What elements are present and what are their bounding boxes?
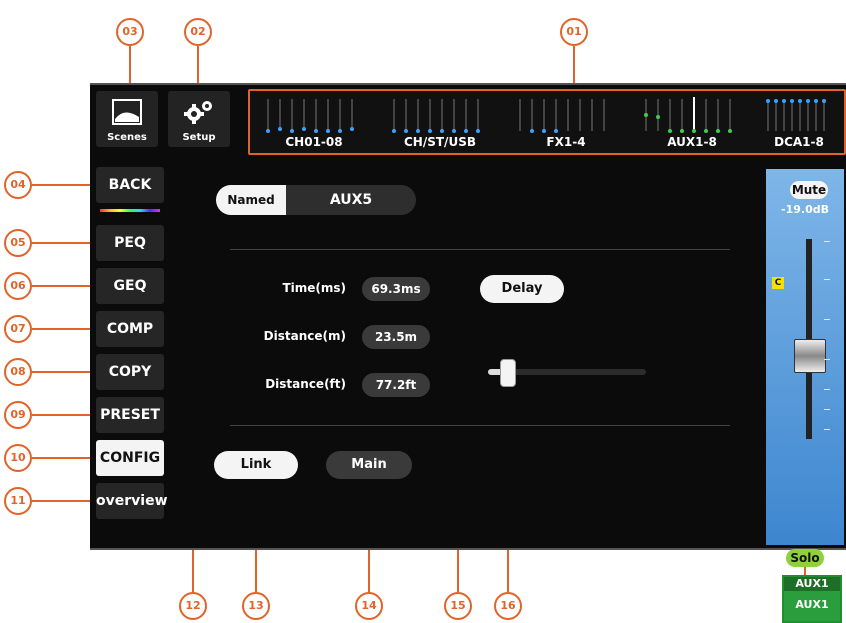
- c-badge: C: [772, 277, 784, 289]
- main-button[interactable]: Main: [326, 451, 412, 479]
- callout-05: 05: [4, 229, 32, 257]
- callout-07-line: [32, 328, 94, 330]
- meter-overview-bar: CH01-08 CH/ST/USB FX1-4 AUX1-8 DCA1-8: [248, 89, 846, 155]
- fader-tick: [824, 409, 830, 410]
- fader-tick: [824, 429, 830, 430]
- meter-group-aux1-8[interactable]: AUX1-8: [632, 93, 752, 151]
- meter-group-fx1-4[interactable]: FX1-4: [506, 93, 626, 151]
- callout-14: 14: [355, 592, 383, 620]
- fader-tick: [824, 389, 830, 390]
- distance-m-label: Distance(m): [263, 329, 346, 343]
- meter-bars: [766, 99, 826, 131]
- gear-icon: [184, 101, 212, 124]
- mute-button[interactable]: Mute: [790, 181, 828, 199]
- peq-button[interactable]: PEQ: [96, 225, 164, 261]
- level-readout: -19.0dB: [781, 203, 829, 216]
- link-button[interactable]: Link: [214, 451, 298, 479]
- channel-name-value: AUX5: [329, 192, 373, 208]
- back-button[interactable]: BACK: [96, 167, 164, 203]
- distance-ft-value[interactable]: 77.2ft: [362, 373, 430, 397]
- callout-03-line: [129, 46, 131, 84]
- aux-bottom-label: AUX1: [795, 598, 829, 611]
- time-value[interactable]: 69.3ms: [362, 277, 430, 301]
- callout-07: 07: [4, 315, 32, 343]
- callout-08-line: [32, 371, 94, 373]
- callout-03: 03: [116, 18, 144, 46]
- callout-10-line: [32, 457, 94, 459]
- callout-06-line: [32, 285, 94, 287]
- callout-01: 01: [560, 18, 588, 46]
- callout-11-line: [32, 500, 94, 502]
- callout-05-line: [32, 242, 94, 244]
- callout-12: 12: [179, 592, 207, 620]
- callout-02: 02: [184, 18, 212, 46]
- callout-11: 11: [4, 487, 32, 515]
- fader-tick: [824, 241, 830, 242]
- distance-ft-label: Distance(ft): [265, 377, 346, 391]
- meter-group-label: CH/ST/USB: [404, 135, 476, 149]
- meter-bars: [392, 99, 480, 133]
- geq-button[interactable]: GEQ: [96, 268, 164, 304]
- callout-06: 06: [4, 272, 32, 300]
- meter-group-label: CH01-08: [285, 135, 343, 149]
- callout-02-line: [197, 46, 199, 84]
- aux-top-label: AUX1: [784, 577, 840, 591]
- callout-16: 16: [494, 592, 522, 620]
- scenes-label: Scenes: [107, 132, 147, 143]
- top-divider: [230, 249, 730, 250]
- channel-name-field[interactable]: Named AUX5: [216, 185, 416, 215]
- scenes-button[interactable]: Scenes: [96, 91, 158, 147]
- meter-group-dca1-8[interactable]: DCA1-8: [758, 93, 840, 151]
- callout-01-line: [573, 46, 575, 86]
- config-button[interactable]: CONFIG: [96, 440, 164, 476]
- callout-09: 09: [4, 401, 32, 429]
- comp-button[interactable]: COMP: [96, 311, 164, 347]
- meter-bars: [266, 99, 354, 133]
- solo-button[interactable]: Solo: [786, 549, 824, 567]
- meter-group-label: FX1-4: [546, 135, 586, 149]
- fader-tick: [824, 359, 830, 360]
- channel-strip: Mute -19.0dB C Solo AUX1 AUX1: [766, 169, 844, 623]
- setup-button[interactable]: Setup: [168, 91, 230, 147]
- callout-15: 15: [444, 592, 472, 620]
- callout-09-line: [32, 414, 94, 416]
- setup-label: Setup: [182, 132, 216, 143]
- callout-08: 08: [4, 358, 32, 386]
- fader-handle[interactable]: [794, 339, 826, 373]
- delay-button[interactable]: Delay: [480, 275, 564, 303]
- copy-button[interactable]: COPY: [96, 354, 164, 390]
- fader-tick: [824, 279, 830, 280]
- aux-assign-button[interactable]: AUX1 AUX1: [782, 575, 842, 623]
- preset-button[interactable]: PRESET: [96, 397, 164, 433]
- distance-m-value[interactable]: 23.5m: [362, 325, 430, 349]
- bottom-divider: [230, 425, 730, 426]
- callout-13: 13: [242, 592, 270, 620]
- meter-group-ch01-08[interactable]: CH01-08: [254, 93, 374, 151]
- meter-group-ch-st-usb[interactable]: CH/ST/USB: [380, 93, 500, 151]
- callout-10: 10: [4, 444, 32, 472]
- named-tag[interactable]: Named: [216, 185, 286, 215]
- meter-bars: [519, 99, 605, 133]
- overview-button[interactable]: overview: [96, 483, 168, 519]
- time-label: Time(ms): [282, 281, 346, 295]
- fader-tick: [824, 319, 830, 320]
- scenes-icon: [112, 99, 142, 125]
- meter-group-label: DCA1-8: [774, 135, 824, 149]
- rainbow-divider: [100, 209, 160, 212]
- meter-group-label: AUX1-8: [667, 135, 717, 149]
- meter-bars: [644, 97, 732, 133]
- mixer-screen: Scenes Setup CH01-08 CH/ST/USB FX1-4 AUX…: [90, 83, 846, 623]
- delay-slider-handle[interactable]: [500, 359, 516, 387]
- callout-04-line: [32, 184, 94, 186]
- callout-04: 04: [4, 171, 32, 199]
